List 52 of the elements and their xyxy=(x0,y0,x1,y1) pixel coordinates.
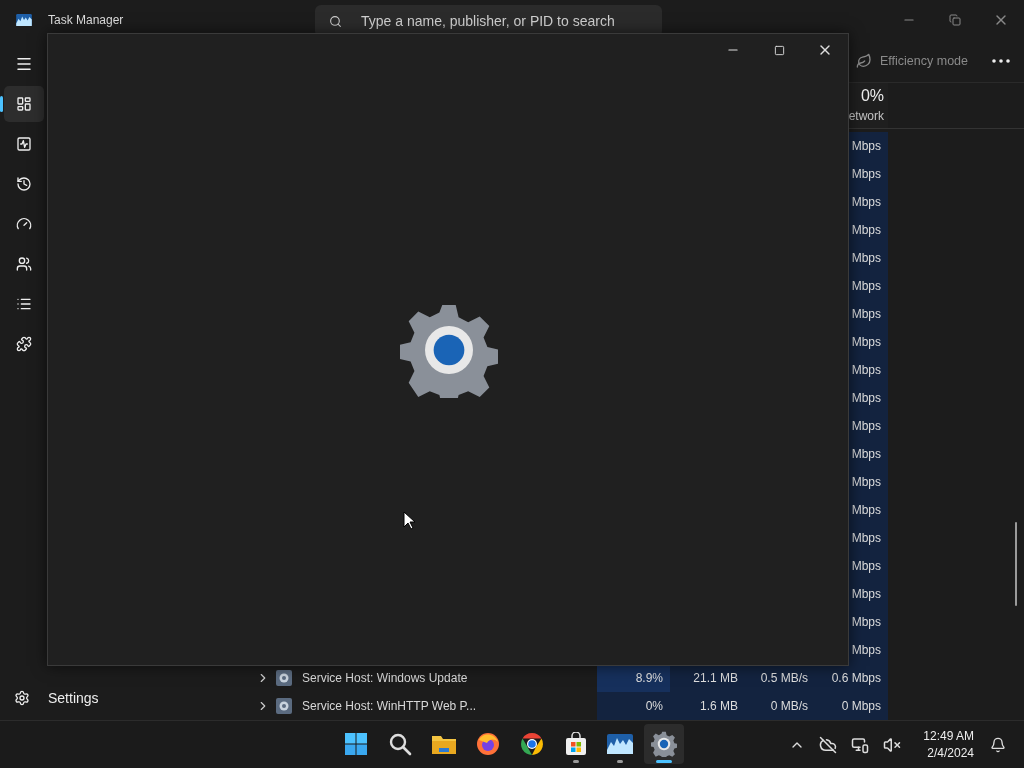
chart-window-icon xyxy=(16,14,32,26)
clock[interactable]: 12:49 AM 2/4/2024 xyxy=(919,725,978,764)
window-title: Task Manager xyxy=(48,13,125,27)
leaf-icon xyxy=(856,52,872,69)
pulse-icon xyxy=(16,136,32,152)
running-indicator xyxy=(656,760,672,763)
gear-icon xyxy=(400,302,498,398)
table-cell: 0.6 Mbps xyxy=(815,664,888,692)
pointer-icon xyxy=(403,511,415,530)
settings-button[interactable]: Settings xyxy=(8,686,105,710)
process-icon xyxy=(276,698,292,714)
scrollbar[interactable] xyxy=(1015,522,1017,606)
folder-icon xyxy=(431,733,457,755)
network-icon xyxy=(851,735,870,754)
table-cell: 1.6 MB xyxy=(670,692,745,720)
fox-globe-icon xyxy=(476,732,500,756)
chrome-circle-icon xyxy=(520,732,544,756)
windows-logo-icon xyxy=(344,732,368,756)
more-button[interactable] xyxy=(992,58,1010,63)
history-icon xyxy=(16,176,32,192)
table-cell: 0 MB/s xyxy=(745,692,815,720)
process-name: Service Host: WinHTTP Web P... xyxy=(302,699,477,713)
maximize-icon xyxy=(773,44,785,56)
taskbar-app[interactable] xyxy=(644,724,684,764)
running-indicator xyxy=(617,760,623,763)
running-indicator xyxy=(573,760,579,763)
process-icon xyxy=(276,670,292,686)
list-icon xyxy=(16,296,32,312)
table-cell: 0.5 MB/s xyxy=(745,664,815,692)
settings-icon xyxy=(14,690,30,706)
bell-icon xyxy=(990,736,1006,753)
gear-icon xyxy=(651,731,677,757)
search-icon xyxy=(329,15,342,28)
table-cell: 8.9% xyxy=(597,664,670,692)
cloud-off-icon xyxy=(819,735,838,754)
header-value: 0% xyxy=(860,87,884,106)
processes-icon xyxy=(16,96,32,112)
chart-window-icon xyxy=(607,734,633,754)
speaker-muted-icon xyxy=(883,735,902,754)
header-label: etwork xyxy=(848,109,884,124)
more-icon xyxy=(992,58,1010,63)
process-name: Service Host: Windows Update xyxy=(302,671,468,685)
restore-icon xyxy=(949,14,961,26)
puzzle-icon xyxy=(16,336,32,352)
table-cell: 0% xyxy=(597,692,670,720)
table-cell: 21.1 MB xyxy=(670,664,745,692)
table-cell: 0 Mbps xyxy=(815,692,888,720)
menu-icon xyxy=(15,55,33,73)
shopping-bag-icon xyxy=(564,732,588,756)
users-icon xyxy=(16,256,32,272)
search-icon xyxy=(388,732,412,756)
gauge-icon xyxy=(16,216,32,232)
